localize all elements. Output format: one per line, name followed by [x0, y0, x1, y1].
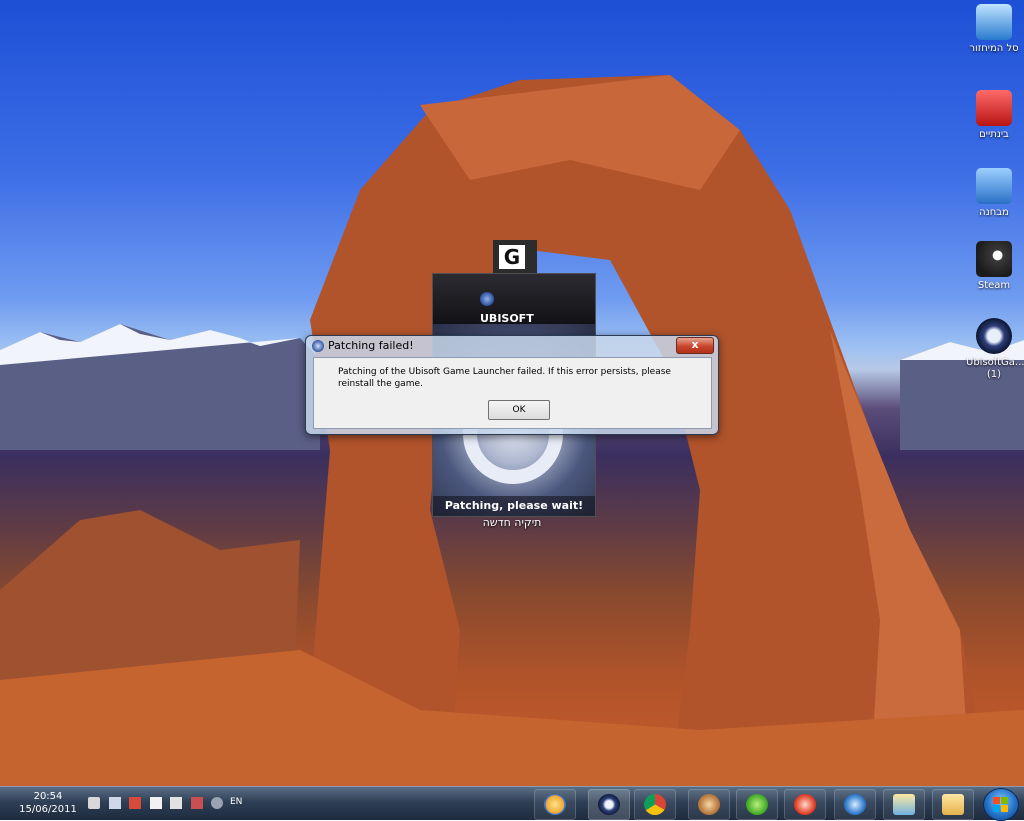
desktop-icon-label: UbisoftGa... (1) — [966, 357, 1024, 380]
language-indicator[interactable]: EN — [230, 797, 242, 807]
desktop-icon-ubisoft[interactable]: UbisoftGa... (1) — [966, 318, 1024, 381]
taskbar-media[interactable] — [834, 789, 876, 820]
desktop-icon-steam[interactable]: Steam — [966, 241, 1022, 292]
desktop-icon-label: סל המיחזור — [969, 43, 1019, 54]
windows-logo-icon — [993, 797, 1009, 812]
ubisoft-logo: UBISOFT — [480, 289, 550, 325]
speaker-icon[interactable] — [170, 797, 182, 809]
launcher-badge: G — [493, 240, 537, 276]
system-tray — [88, 796, 228, 812]
ccleaner-icon — [794, 794, 816, 815]
patch-status-bar: Patching, please wait! — [433, 496, 595, 516]
network-icon[interactable] — [108, 797, 121, 809]
clock-date: 15/06/2011 — [19, 804, 77, 815]
desktop-icon-folder[interactable]: בינתיים — [966, 90, 1022, 141]
ubisoft-icon — [598, 794, 620, 815]
launcher-caption: תיקיה חדשה — [482, 516, 542, 529]
folder-icon — [976, 90, 1012, 126]
ubisoft-title-icon — [312, 340, 324, 352]
desktop-icon-label: בינתיים — [979, 129, 1009, 140]
launcher-header: UBISOFT — [433, 274, 595, 325]
chrome-icon — [644, 794, 666, 815]
volume-icon[interactable] — [88, 797, 100, 809]
patching-failed-dialog: Patching failed! x Patching of the Ubiso… — [305, 335, 719, 435]
utorrent-icon — [746, 794, 768, 815]
dialog-content: Patching of the Ubisoft Game Launcher fa… — [313, 357, 712, 429]
dialog-titlebar[interactable]: Patching failed! x — [306, 336, 716, 356]
taskbar-game[interactable] — [688, 789, 730, 820]
taskbar-explorer[interactable] — [932, 789, 974, 820]
dialog-title: Patching failed! — [328, 339, 414, 352]
mute-icon[interactable] — [190, 797, 203, 809]
clock-time: 20:54 — [33, 791, 63, 802]
steam-icon — [976, 241, 1012, 277]
taskbar-ubisoft[interactable] — [588, 789, 630, 820]
flag-icon[interactable] — [149, 797, 162, 809]
desktop-icon-recycle-bin[interactable]: סל המיחזור — [966, 4, 1022, 55]
ok-button[interactable]: OK — [488, 400, 550, 420]
taskbar-chrome[interactable] — [634, 789, 676, 820]
taskbar-utorrent[interactable] — [736, 789, 778, 820]
error-message: Patching of the Ubisoft Game Launcher fa… — [338, 367, 671, 389]
taskbar-ccleaner[interactable] — [784, 789, 826, 820]
taskbar: 20:54 15/06/2011 EN — [0, 786, 1024, 821]
taskbar-paint[interactable] — [534, 789, 576, 820]
badge-letter: G — [499, 245, 525, 269]
blocked-icon[interactable] — [129, 797, 141, 809]
ubisoft-swirl-icon — [480, 292, 494, 306]
recycle-bin-icon — [976, 4, 1012, 40]
remote-icon — [893, 794, 915, 815]
start-button[interactable] — [983, 788, 1019, 821]
desktop-icon-label: Steam — [977, 280, 1011, 291]
game-icon — [698, 794, 720, 815]
media-icon — [844, 794, 866, 815]
taskbar-clock[interactable]: 20:54 15/06/2011 — [14, 790, 82, 816]
close-button[interactable]: x — [676, 337, 714, 354]
steam-tray-icon[interactable] — [211, 797, 223, 809]
network-folder-icon — [976, 168, 1012, 204]
ubisoft-icon — [976, 318, 1012, 354]
desktop-icon-network-folder[interactable]: מבחנה — [966, 168, 1022, 219]
paint-icon — [544, 794, 566, 815]
explorer-icon — [942, 794, 964, 815]
taskbar-remote[interactable] — [883, 789, 925, 820]
desktop-icon-label: מבחנה — [979, 207, 1009, 218]
